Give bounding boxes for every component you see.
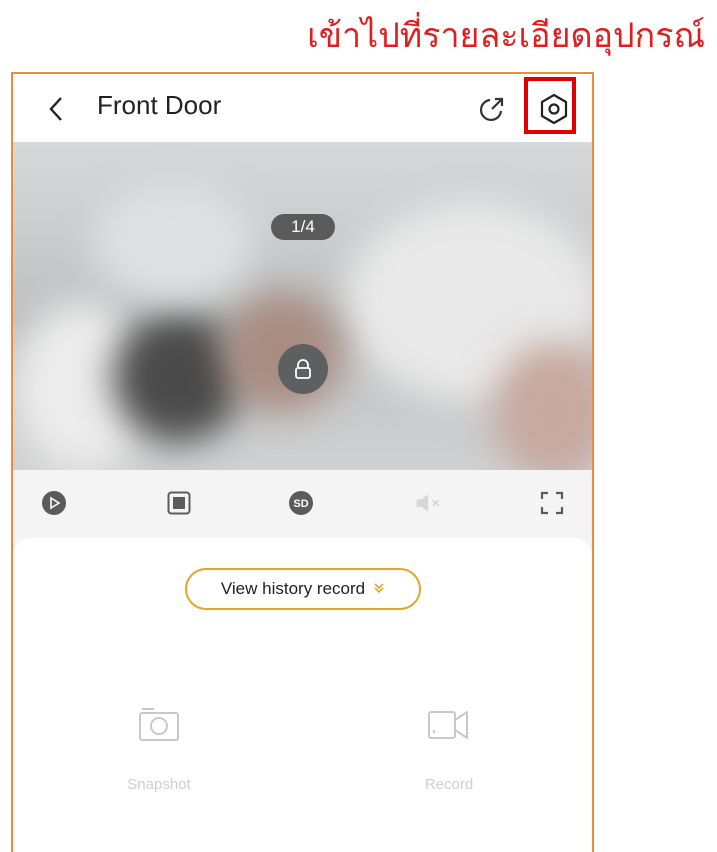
view-history-button[interactable]: View history record bbox=[185, 568, 421, 610]
fullscreen-button[interactable] bbox=[536, 487, 568, 519]
snapshot-label: Snapshot bbox=[127, 776, 191, 793]
record-label: Record bbox=[424, 776, 474, 793]
view-history-label: View history record bbox=[220, 579, 366, 598]
panel-card: View history record Snapshot Record bbox=[13, 538, 592, 852]
chevron-left-icon bbox=[49, 97, 62, 121]
bottom-panel: View history record Snapshot Record bbox=[13, 538, 592, 852]
camera-live-view[interactable]: 1/4 bbox=[13, 142, 592, 470]
sd-quality-icon: SD bbox=[289, 491, 313, 515]
top-bar: Front Door bbox=[13, 74, 592, 142]
share-button[interactable] bbox=[475, 92, 509, 126]
stop-button[interactable] bbox=[163, 487, 195, 519]
mute-icon bbox=[416, 494, 440, 512]
share-icon bbox=[479, 97, 504, 122]
back-button[interactable] bbox=[39, 92, 73, 126]
settings-highlight-box bbox=[524, 77, 576, 134]
play-button[interactable] bbox=[38, 487, 70, 519]
annotation-text: เข้าไปที่รายละเอียดอุปกรณ์ bbox=[307, 16, 705, 56]
page-indicator: 1/4 bbox=[271, 214, 335, 240]
stop-icon bbox=[167, 491, 191, 515]
player-controls: SD bbox=[13, 470, 592, 538]
sd-quality-button[interactable]: SD bbox=[285, 487, 317, 519]
camera-icon bbox=[139, 708, 179, 741]
lock-button[interactable] bbox=[278, 344, 328, 394]
fullscreen-icon bbox=[540, 491, 564, 515]
lock-icon bbox=[295, 359, 311, 379]
record-button[interactable]: Record bbox=[389, 706, 509, 793]
sd-label: SD bbox=[293, 498, 308, 510]
mute-button[interactable] bbox=[413, 487, 445, 519]
play-icon bbox=[42, 491, 66, 515]
device-screen: Front Door 1/4 SD View history record Sn… bbox=[11, 72, 594, 852]
blurred-scene bbox=[93, 182, 253, 302]
snapshot-button[interactable]: Snapshot bbox=[99, 706, 219, 793]
video-record-icon bbox=[428, 711, 468, 739]
chevron-down-icon bbox=[373, 582, 385, 597]
page-title: Front Door bbox=[97, 90, 222, 120]
blurred-scene bbox=[113, 312, 243, 442]
